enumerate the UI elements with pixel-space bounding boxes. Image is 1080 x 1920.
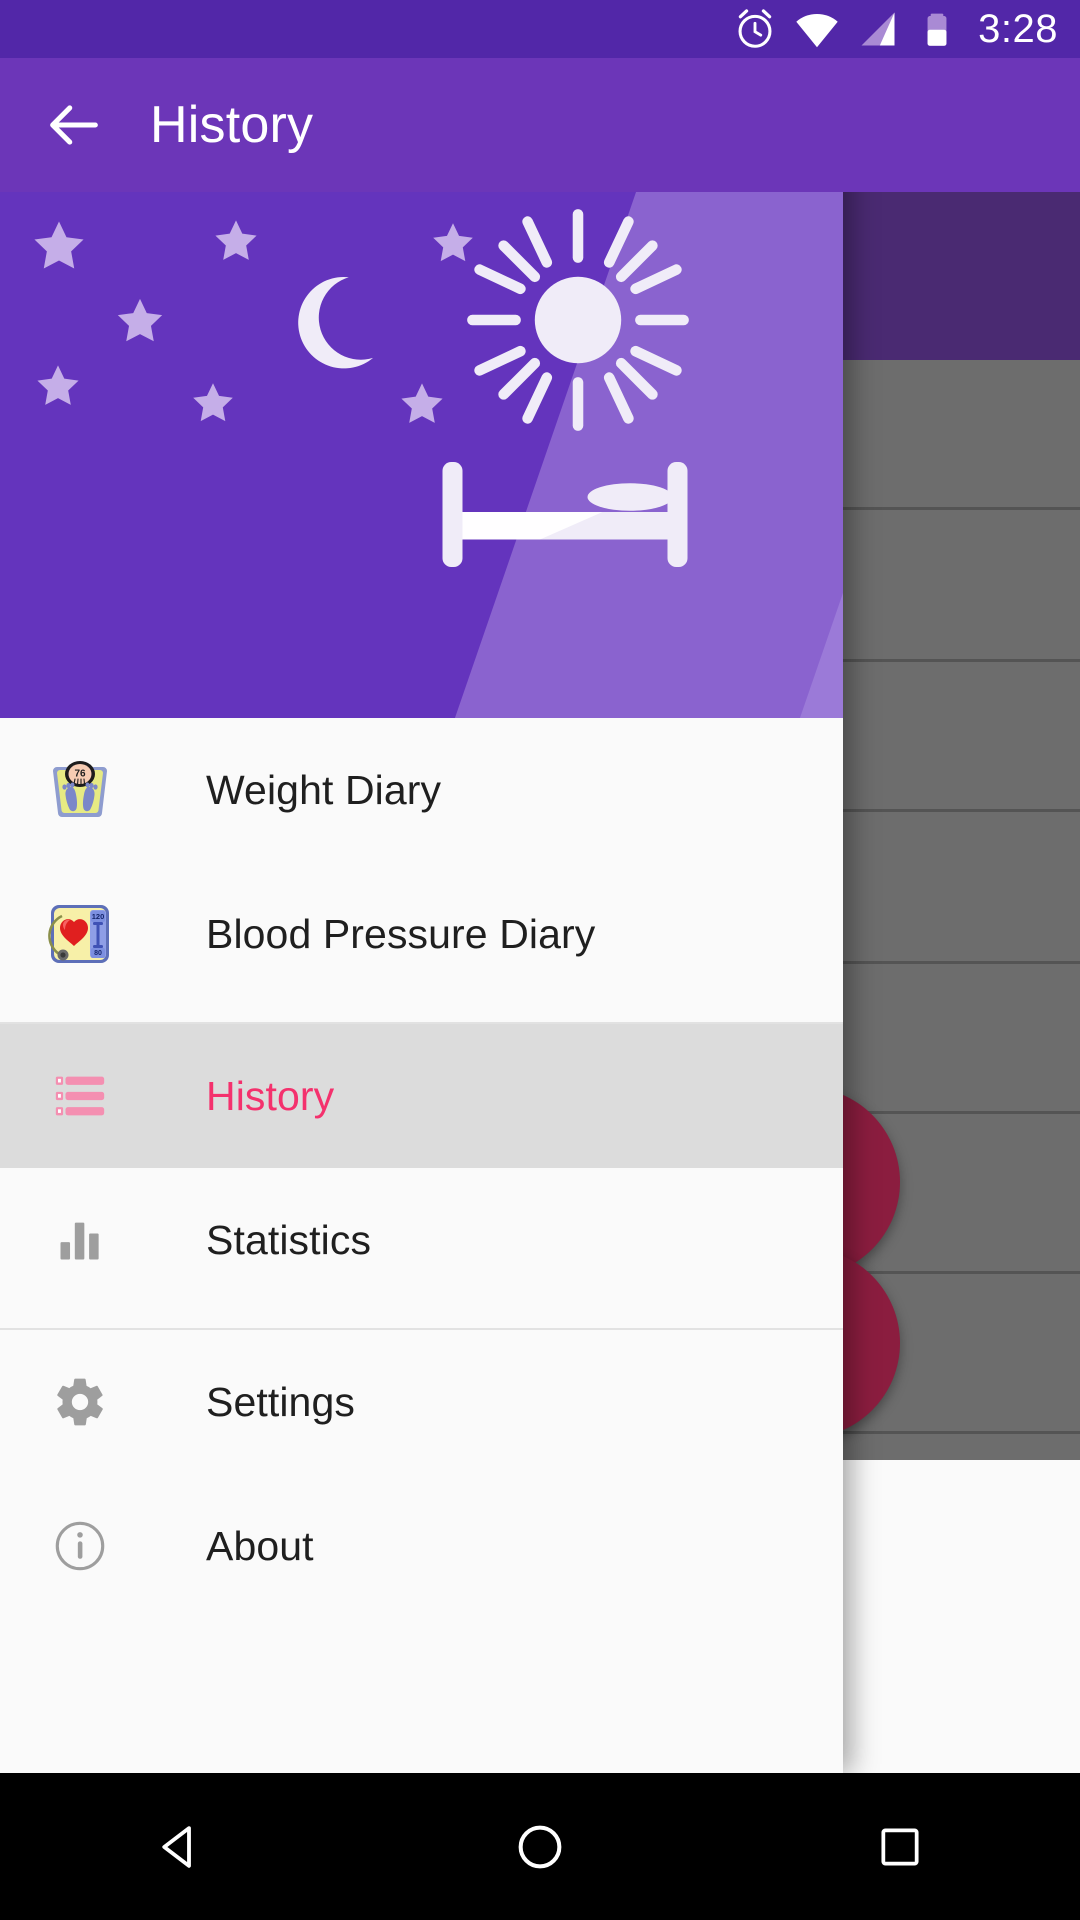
star-icon — [215, 220, 257, 260]
alarm-icon — [732, 6, 778, 52]
sidebar-item-label: History — [206, 1072, 335, 1119]
star-icon — [193, 383, 233, 422]
list-icon — [44, 1060, 116, 1132]
star-icon — [34, 221, 84, 269]
home-nav-button[interactable] — [450, 1773, 630, 1920]
scale-reading: 76 — [74, 769, 86, 780]
back-nav-button[interactable] — [90, 1773, 270, 1920]
bed-icon — [442, 462, 688, 567]
phone-screen: 76 Weight Diary 120 80 Blood Pressure Di… — [0, 0, 1080, 1920]
system-nav-bar — [0, 1773, 1080, 1920]
navigation-drawer: 76 Weight Diary 120 80 Blood Pressure Di… — [0, 0, 843, 1773]
info-icon — [44, 1510, 116, 1582]
back-arrow-icon[interactable] — [26, 77, 122, 173]
sun-icon — [467, 209, 689, 431]
app-bar: History — [0, 58, 1080, 192]
triangle-back-icon — [162, 1825, 191, 1868]
square-recents-icon — [881, 1827, 919, 1866]
battery-icon — [916, 8, 958, 50]
status-bar-clock: 3:28 — [978, 7, 1058, 51]
blood-pressure-icon: 120 80 — [44, 898, 116, 970]
sidebar-item-blood-pressure-diary[interactable]: 120 80 Blood Pressure Diary — [0, 862, 843, 1006]
circle-home-icon — [518, 1825, 562, 1868]
bar-chart-icon — [44, 1204, 116, 1276]
star-icon — [37, 365, 79, 405]
sidebar-item-label: Statistics — [206, 1216, 372, 1263]
sidebar-item-label: About — [206, 1522, 314, 1569]
weight-scale-icon: 76 — [44, 754, 116, 826]
sidebar-item-statistics[interactable]: Statistics — [0, 1168, 843, 1312]
sidebar-item-settings[interactable]: Settings — [0, 1330, 843, 1474]
sidebar-item-label: Weight Diary — [206, 766, 442, 813]
crescent-moon-icon — [298, 276, 374, 369]
recents-nav-button[interactable] — [810, 1773, 990, 1920]
status-bar: 3:28 — [0, 0, 1080, 58]
star-icon — [117, 298, 163, 342]
sidebar-item-weight-diary[interactable]: 76 Weight Diary — [0, 718, 843, 862]
sidebar-item-history[interactable]: History — [0, 1024, 843, 1168]
gear-icon — [44, 1366, 116, 1438]
page-title: History — [150, 96, 314, 154]
bp-systolic-value: 120 — [92, 912, 105, 921]
bp-diastolic-value: 80 — [94, 950, 102, 957]
sidebar-item-label: Settings — [206, 1378, 355, 1425]
menu-spacer — [0, 1006, 843, 1022]
star-icon — [401, 383, 443, 423]
sidebar-item-label: Blood Pressure Diary — [206, 910, 596, 957]
sidebar-item-about[interactable]: About — [0, 1474, 843, 1618]
menu-spacer — [0, 1312, 843, 1328]
drawer-menu: 76 Weight Diary 120 80 Blood Pressure Di… — [0, 718, 843, 1618]
wifi-icon — [794, 6, 840, 52]
cellular-signal-icon — [856, 7, 900, 51]
